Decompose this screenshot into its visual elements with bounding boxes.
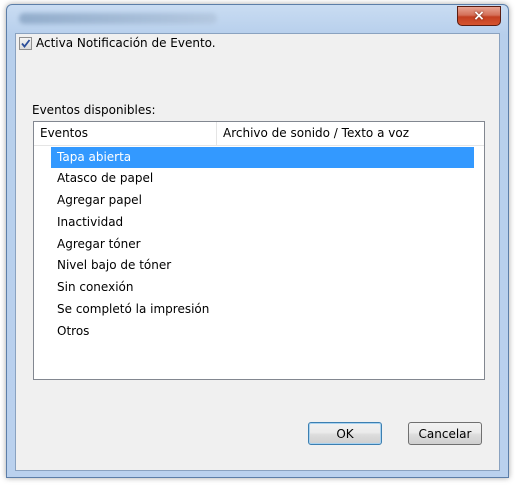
list-item[interactable]: Se completó la impresión <box>51 299 209 320</box>
close-button[interactable]: × <box>457 6 501 26</box>
list-item[interactable]: Sin conexión <box>51 277 133 298</box>
cancel-button[interactable]: Cancelar <box>408 422 482 445</box>
enable-notification-checkbox[interactable] <box>19 36 32 50</box>
blurred-window-title <box>19 13 217 24</box>
title-bar[interactable]: × <box>7 5 508 33</box>
enable-notification-label: Activa Notificación de Evento. <box>36 36 216 50</box>
list-item[interactable]: Agregar papel <box>51 190 142 211</box>
enable-notification-row[interactable]: Activa Notificación de Evento. <box>19 35 216 51</box>
list-item[interactable]: Otros <box>51 321 89 342</box>
available-events-label: Eventos disponibles: <box>32 103 156 117</box>
close-icon: × <box>473 8 485 24</box>
list-item[interactable]: Nivel bajo de tóner <box>51 255 171 276</box>
listview-header: Eventos Archivo de sonido / Texto a voz <box>34 122 484 146</box>
column-header-events[interactable]: Eventos <box>34 122 217 145</box>
column-header-sound-file[interactable]: Archivo de sonido / Texto a voz <box>217 122 485 145</box>
list-item[interactable]: Inactividad <box>51 212 123 233</box>
list-item[interactable]: Tapa abierta <box>51 147 474 168</box>
checkmark-icon <box>21 38 31 48</box>
events-listview[interactable]: Eventos Archivo de sonido / Texto a voz … <box>33 121 485 380</box>
ok-button[interactable]: OK <box>308 422 382 445</box>
list-item[interactable]: Atasco de papel <box>51 168 153 189</box>
list-item[interactable]: Agregar tóner <box>51 234 141 255</box>
